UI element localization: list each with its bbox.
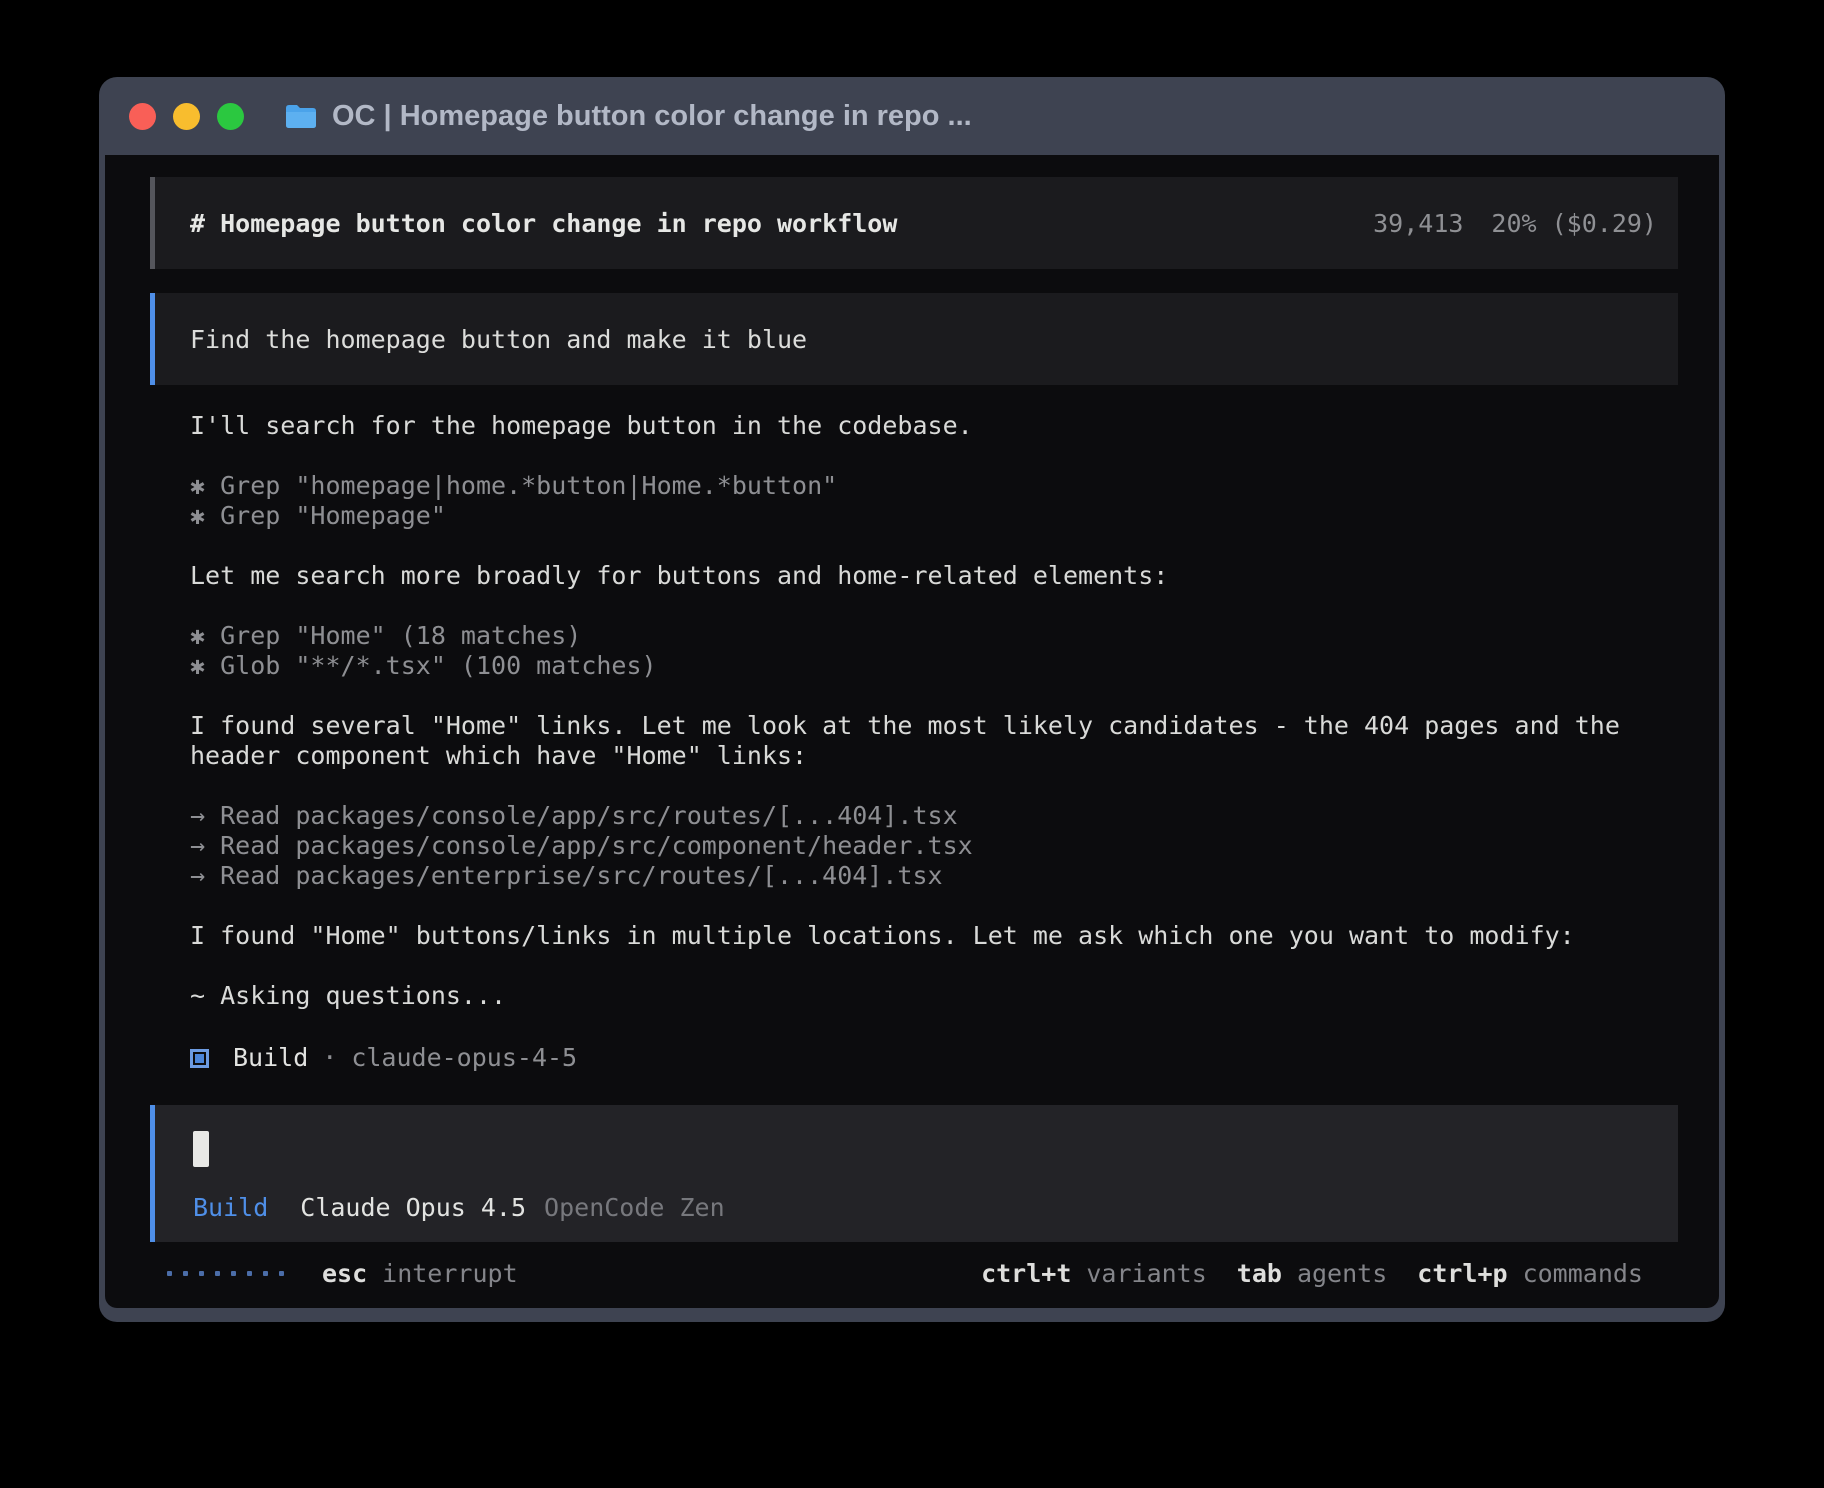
agent-status-line: Build · claude-opus-4-5 — [190, 1041, 1678, 1075]
agent-model: claude-opus-4-5 — [351, 1043, 577, 1073]
shortcut-key-ctrl-p: ctrl+p — [1417, 1259, 1507, 1288]
agent-name: Build — [233, 1043, 308, 1073]
tool-call-read: → Read packages/console/app/src/componen… — [190, 831, 1678, 861]
provider-name: OpenCode Zen — [544, 1193, 725, 1222]
close-button[interactable] — [129, 103, 156, 130]
shortcut-label-variants: variants — [1086, 1259, 1206, 1288]
transcript: I'll search for the homepage button in t… — [190, 411, 1678, 1075]
shortcut-agents: tab agents — [1237, 1259, 1387, 1288]
tool-call-group: ✱ Grep "Home" (18 matches) ✱ Glob "**/*.… — [190, 621, 1678, 681]
status-right: ctrl+t variants tab agents ctrl+p comman… — [981, 1259, 1643, 1288]
tool-call-grep: ✱ Grep "homepage|home.*button|Home.*butt… — [190, 471, 1678, 501]
assistant-text: I found several "Home" links. Let me loo… — [190, 711, 1640, 771]
activity-dots — [167, 1271, 284, 1276]
status-left: esc interrupt — [167, 1259, 518, 1288]
tool-call-group: → Read packages/console/app/src/routes/[… — [190, 801, 1678, 891]
agent-separator: · — [322, 1043, 337, 1073]
flex-spacer — [150, 1075, 1678, 1105]
session-meta: 39,413 20% ($0.29) — [1373, 209, 1657, 238]
assistant-text: I found "Home" buttons/links in multiple… — [190, 921, 1640, 951]
tool-call-grep: ✱ Grep "Homepage" — [190, 501, 1678, 531]
folder-icon — [284, 103, 318, 130]
text-cursor[interactable] — [193, 1131, 209, 1167]
window-title: OC | Homepage button color change in rep… — [332, 100, 972, 133]
agent-mode-label: Build — [193, 1193, 268, 1222]
shortcut-label-commands: commands — [1523, 1259, 1643, 1288]
prompt-input[interactable]: Build Claude Opus 4.5 OpenCode Zen — [150, 1105, 1678, 1242]
assistant-text: Let me search more broadly for buttons a… — [190, 561, 1640, 591]
agent-build-icon — [190, 1049, 209, 1068]
session-header: # Homepage button color change in repo w… — [150, 177, 1678, 269]
user-message: Find the homepage button and make it blu… — [150, 293, 1678, 385]
shortcut-label-agents: agents — [1297, 1259, 1387, 1288]
model-name: Claude Opus 4.5 — [300, 1193, 526, 1222]
traffic-lights — [129, 103, 244, 130]
tool-call-read: → Read packages/console/app/src/routes/[… — [190, 801, 1678, 831]
user-message-text: Find the homepage button and make it blu… — [190, 325, 807, 354]
terminal-window: OC | Homepage button color change in rep… — [99, 77, 1725, 1322]
maximize-button[interactable] — [217, 103, 244, 130]
assistant-text: I'll search for the homepage button in t… — [190, 411, 1640, 441]
shortcut-commands: ctrl+p commands — [1417, 1259, 1643, 1288]
tool-call-group: ✱ Grep "homepage|home.*button|Home.*butt… — [190, 471, 1678, 531]
status-bar: esc interrupt ctrl+t variants tab agents… — [150, 1250, 1678, 1296]
tool-call-glob: ✱ Glob "**/*.tsx" (100 matches) — [190, 651, 1678, 681]
shortcut-key-esc: esc — [322, 1259, 367, 1288]
assistant-status-text: ~ Asking questions... — [190, 981, 1640, 1011]
titlebar: OC | Homepage button color change in rep… — [99, 77, 1725, 155]
context-usage: 20% ($0.29) — [1491, 209, 1657, 238]
shortcut-key-tab: tab — [1237, 1259, 1282, 1288]
shortcut-label-interrupt: interrupt — [382, 1259, 517, 1288]
tool-call-read: → Read packages/enterprise/src/routes/[.… — [190, 861, 1678, 891]
minimize-button[interactable] — [173, 103, 200, 130]
shortcut-key-ctrl-t: ctrl+t — [981, 1259, 1071, 1288]
shortcut-variants: ctrl+t variants — [981, 1259, 1207, 1288]
session-title: # Homepage button color change in repo w… — [190, 209, 897, 238]
tool-call-grep: ✱ Grep "Home" (18 matches) — [190, 621, 1678, 651]
terminal-content: # Homepage button color change in repo w… — [105, 155, 1719, 1308]
model-row: Build Claude Opus 4.5 OpenCode Zen — [193, 1193, 1642, 1222]
token-count: 39,413 — [1373, 209, 1463, 238]
desktop: OC | Homepage button color change in rep… — [0, 0, 1824, 1488]
